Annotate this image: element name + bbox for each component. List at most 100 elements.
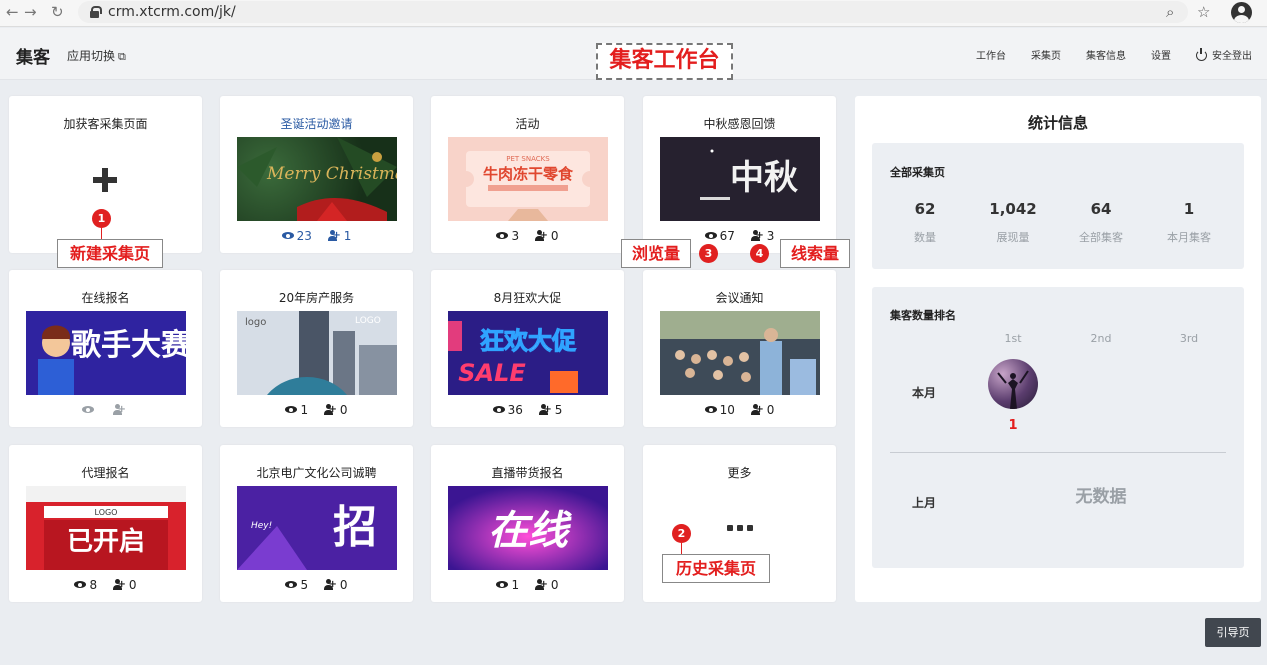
card-title: 中秋感恩回馈 [703,117,776,131]
url-text: crm.xtcrm.com/jk/ [108,4,236,20]
thumb-text: 牛肉冻干零食 [483,165,574,183]
card-title: 20年房产服务 [278,291,355,305]
thumb-text: 歌手大赛 [71,328,186,363]
rank-header-3rd: 3rd [1179,332,1199,345]
plus-icon[interactable] [93,168,117,192]
app-switch-link[interactable]: 应用切换 ⧉ [67,47,126,64]
card-stats: 36 +5 [431,403,624,417]
avatar[interactable] [988,359,1038,409]
workbench-title-annotation: 集客工作台 [596,43,733,80]
nav-collect-pages[interactable]: 采集页 [1031,47,1061,62]
user-plus-icon: + [534,230,548,241]
card-title[interactable]: 圣诞活动邀请 [220,115,413,132]
card-thumbnail: Merry Christmas [237,137,397,221]
view-count: 1 [300,403,309,417]
annotation-views: 浏览量 [621,239,691,268]
metric-value: 1,042 [989,200,1037,218]
forward-arrow-icon[interactable]: → [24,3,37,21]
no-data-text: 无数据 [1075,487,1127,507]
annotation-leads: 线索量 [780,239,850,268]
card-stats: 5 +0 [220,578,413,592]
lead-count: 3 [766,229,775,243]
page-card[interactable]: 在线报名 歌手大赛 + [9,270,202,427]
card-title: 直播带货报名 [491,466,564,480]
card-thumbnail: 中秋 [660,137,820,221]
page-card[interactable]: 直播带货报名 在线 1 +0 [431,445,624,602]
lock-icon [90,6,102,18]
thumb-sub: LOGO [95,508,118,517]
stats-title: 统计信息 [1027,114,1088,132]
view-count: 5 [300,578,309,592]
user-plus-icon: + [112,579,126,590]
card-title: 会议通知 [715,291,764,305]
nav-workbench[interactable]: 工作台 [976,47,1006,62]
nav-lead-info[interactable]: 集客信息 [1086,47,1126,62]
lead-count: 0 [339,578,348,592]
metric-count: 62 数量 [881,200,969,245]
user-plus-icon: + [750,404,764,415]
card-title: 活动 [515,117,540,131]
eye-icon [704,406,717,413]
lead-count: 0 [550,578,559,592]
metric-value: 1 [1183,200,1195,218]
thumb-text: 在线 [488,508,572,554]
annotation-history-pages: 历史采集页 [662,554,770,583]
card-thumbnail: 歌手大赛 [26,311,186,395]
thumb-text: 已开启 [67,526,145,557]
card-stats: 10 +0 [643,403,836,417]
page-card[interactable]: 8月狂欢大促 狂欢大促 SALE 36 +5 [431,270,624,427]
metric-label: 全部集客 [1079,231,1123,244]
nav-settings[interactable]: 设置 [1151,47,1171,62]
metric-label: 本月集客 [1167,231,1211,244]
all-pages-title: 全部采集页 [890,166,945,179]
eye-icon [281,232,294,239]
stats-panel: 统计信息 全部采集页 62 数量 1,042 展现量 64 全部集客 1 本月集… [855,96,1261,602]
card-stats: + [9,403,202,417]
account-icon[interactable] [1231,2,1252,23]
page-card[interactable]: 北京电广文化公司诚聘 Hey! 招 5 +0 [220,445,413,602]
view-count: 10 [719,403,735,417]
divider [890,452,1226,453]
app-switch-label: 应用切换 [67,49,116,63]
view-count: 8 [89,578,98,592]
lead-count: 0 [766,403,775,417]
browser-toolbar: ← → ↻ crm.xtcrm.com/jk/ ⌕ ☆ [0,0,1267,27]
page-card[interactable]: 中秋感恩回馈 中秋 67 +3 [643,96,836,253]
page-card[interactable]: 活动 PET SNACKS 牛肉冻干零食 3 +0 [431,96,624,253]
card-thumbnail: 在线 [448,486,608,570]
thumb-text: 中秋 [730,158,798,198]
card-title: 在线报名 [81,291,130,305]
add-page-card[interactable]: 加获客采集页面 [9,96,202,253]
annotation-badge-2: 2 [672,524,691,543]
thumb-sub: LOGO [355,316,381,326]
page-card[interactable]: 20年房产服务 logo LOGO 1 +0 [220,270,413,427]
logout-button[interactable]: 安全登出 [1196,47,1252,62]
card-stats: 1 +0 [220,403,413,417]
card-thumbnail [660,311,820,395]
user-plus-icon: + [750,230,764,241]
user-plus-icon: + [534,579,548,590]
star-icon[interactable]: ☆ [1197,3,1210,21]
back-arrow-icon[interactable]: ← [6,3,19,21]
lead-count: 0 [550,229,559,243]
thumb-sub: Hey! [251,521,272,531]
page-card[interactable]: 代理报名 LOGO 已开启 8 +0 [9,445,202,602]
metric-value: 62 [914,200,936,218]
address-bar[interactable]: crm.xtcrm.com/jk/ [78,1,1188,23]
metric-label: 展现量 [996,231,1030,244]
thumb-text: logo [245,317,266,328]
card-title: 加获客采集页面 [63,117,148,131]
card-stats: 23 +1 [220,229,413,243]
eye-icon [496,232,509,239]
reload-icon[interactable]: ↻ [51,3,64,21]
guide-button[interactable]: 引导页 [1205,618,1261,647]
page-card[interactable]: 会议通知 10 +0 [643,270,836,427]
more-dots-icon[interactable] [727,525,753,531]
metric-value: 64 [1090,200,1112,218]
card-title: 代理报名 [81,466,130,480]
metric-all-leads: 64 全部集客 [1057,200,1145,245]
zoom-icon[interactable]: ⌕ [1166,3,1174,21]
eye-icon [704,232,717,239]
rank-first-count: 1 [1008,418,1018,433]
page-card[interactable]: 圣诞活动邀请 Merry Christmas 23 +1 [220,96,413,253]
